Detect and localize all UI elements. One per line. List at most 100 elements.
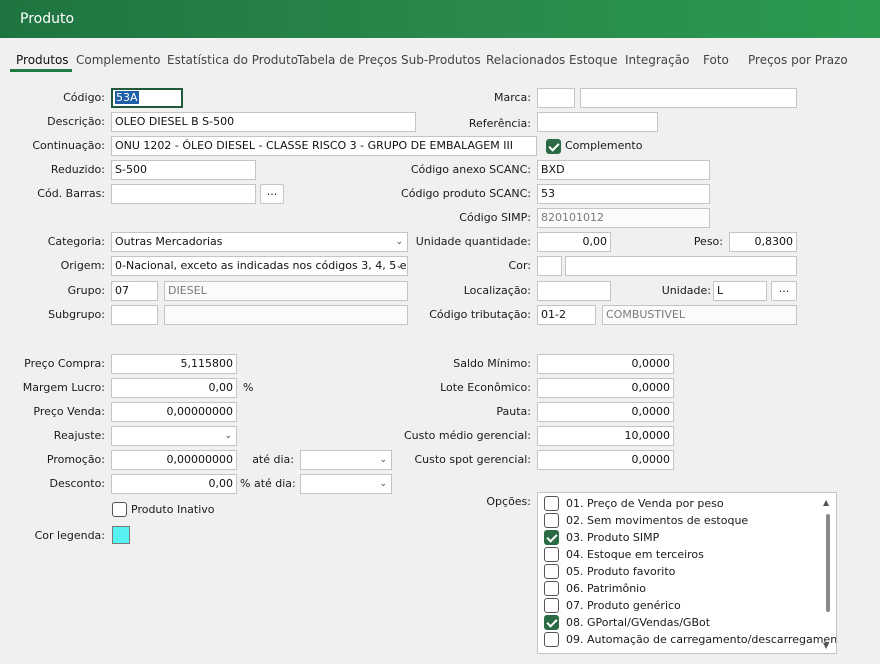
- complemento-label: Complemento: [565, 139, 643, 152]
- unidade-input[interactable]: L: [713, 281, 767, 301]
- opcoes-scrollbar[interactable]: ▲ ▼: [821, 494, 835, 652]
- pauta-input[interactable]: 0,0000: [537, 402, 674, 422]
- peso-label: Peso:: [693, 235, 723, 248]
- origem-value: 0-Nacional, exceto as indicadas nos códi…: [115, 259, 408, 272]
- tab-integracao[interactable]: Integração: [625, 52, 689, 70]
- list-item[interactable]: 01. Preço de Venda por peso: [544, 495, 834, 512]
- origem-select[interactable]: 0-Nacional, exceto as indicadas nos códi…: [111, 256, 408, 276]
- list-item[interactable]: 06. Patrimônio: [544, 580, 834, 597]
- categoria-select[interactable]: Outras Mercadorias ⌄: [111, 232, 408, 252]
- scroll-up-arrow-icon[interactable]: ▲: [823, 498, 829, 507]
- list-item[interactable]: 08. GPortal/GVendas/GBot: [544, 614, 834, 631]
- option-label: 02. Sem movimentos de estoque: [566, 514, 749, 527]
- tab-precos-prazo[interactable]: Preços por Prazo: [748, 52, 848, 70]
- codigo-anexo-scanc-input[interactable]: BXD: [537, 160, 710, 180]
- option-checkbox[interactable]: [544, 632, 559, 647]
- option-label: 08. GPortal/GVendas/GBot: [566, 616, 711, 629]
- codigo-anexo-scanc-label: Código anexo SCANC:: [410, 163, 531, 176]
- option-label: 03. Produto SIMP: [566, 531, 660, 544]
- continuacao-input[interactable]: ONU 1202 - ÓLEO DIESEL - CLASSE RISCO 3 …: [111, 136, 537, 156]
- cod-barras-input[interactable]: [111, 184, 256, 204]
- option-checkbox[interactable]: [544, 513, 559, 528]
- window-title: Produto: [0, 0, 880, 38]
- preco-venda-label: Preço Venda:: [33, 405, 105, 418]
- unidade-quantidade-input[interactable]: 0,00: [537, 232, 611, 252]
- marca-code-input[interactable]: [537, 88, 575, 108]
- reajuste-label: Reajuste:: [53, 429, 105, 442]
- codigo-input[interactable]: 53A: [111, 88, 183, 108]
- preco-compra-input[interactable]: 5,115800: [111, 354, 237, 374]
- referencia-input[interactable]: [537, 112, 658, 132]
- cor-code-input[interactable]: [537, 256, 562, 276]
- codigo-tributacao-input[interactable]: 01-2: [537, 305, 596, 325]
- cor-legenda-swatch[interactable]: [112, 526, 130, 544]
- list-item[interactable]: 03. Produto SIMP: [544, 529, 834, 546]
- complemento-checkbox[interactable]: [546, 139, 561, 154]
- tab-sub-produtos[interactable]: Sub-Produtos: [401, 52, 481, 70]
- tab-bar: Produtos Complemento Estatística do Prod…: [0, 38, 880, 72]
- localizacao-input[interactable]: [537, 281, 611, 301]
- list-item[interactable]: 07. Produto genérico: [544, 597, 834, 614]
- opcoes-listbox[interactable]: 01. Preço de Venda por peso 02. Sem movi…: [537, 492, 837, 654]
- marca-name-input[interactable]: [580, 88, 797, 108]
- promocao-ate-dia-select[interactable]: ⌄: [300, 450, 392, 470]
- desconto-input[interactable]: 0,00: [111, 474, 237, 494]
- categoria-label: Categoria:: [47, 235, 105, 248]
- codigo-simp-field: 820101012: [537, 208, 710, 228]
- unidade-lookup-button[interactable]: ...: [771, 281, 797, 301]
- subgrupo-code-input[interactable]: [111, 305, 158, 325]
- codigo-tributacao-label: Código tributação:: [429, 308, 531, 321]
- cod-barras-label: Cód. Barras:: [37, 187, 105, 200]
- pauta-label: Pauta:: [496, 405, 531, 418]
- list-item[interactable]: 05. Produto favorito: [544, 563, 834, 580]
- codigo-value: 53A: [115, 91, 139, 104]
- tab-tabela-precos[interactable]: Tabela de Preços: [297, 52, 397, 70]
- list-item[interactable]: 04. Estoque em terceiros: [544, 546, 834, 563]
- produto-inativo-label: Produto Inativo: [131, 503, 215, 516]
- tab-foto[interactable]: Foto: [703, 52, 729, 70]
- list-item[interactable]: 09. Automação de carregamento/descarrega…: [544, 631, 836, 648]
- codigo-produto-scanc-label: Código produto SCANC:: [401, 187, 531, 200]
- margem-lucro-input[interactable]: 0,00: [111, 378, 237, 398]
- marca-label: Marca:: [493, 91, 531, 104]
- option-checkbox[interactable]: [544, 530, 559, 545]
- grupo-code-input[interactable]: 07: [111, 281, 158, 301]
- scroll-down-arrow-icon[interactable]: ▼: [823, 641, 829, 650]
- custo-medio-gerencial-input[interactable]: 10,0000: [537, 426, 674, 446]
- tab-relacionados[interactable]: Relacionados: [486, 52, 565, 70]
- saldo-minimo-input[interactable]: 0,0000: [537, 354, 674, 374]
- option-checkbox[interactable]: [544, 598, 559, 613]
- option-checkbox[interactable]: [544, 564, 559, 579]
- peso-input[interactable]: 0,8300: [729, 232, 797, 252]
- descricao-input[interactable]: OLEO DIESEL B S-500: [111, 112, 416, 132]
- option-label: 04. Estoque em terceiros: [566, 548, 704, 561]
- cod-barras-lookup-button[interactable]: ...: [260, 184, 284, 204]
- reduzido-input[interactable]: S-500: [111, 160, 256, 180]
- lote-economico-input[interactable]: 0,0000: [537, 378, 674, 398]
- codigo-produto-scanc-input[interactable]: 53: [537, 184, 710, 204]
- chevron-down-icon: ⌄: [379, 479, 387, 489]
- tab-estoque[interactable]: Estoque: [569, 52, 618, 70]
- localizacao-label: Localização:: [463, 284, 531, 297]
- scrollbar-thumb[interactable]: [826, 514, 830, 612]
- custo-spot-gerencial-input[interactable]: 0,0000: [537, 450, 674, 470]
- option-checkbox[interactable]: [544, 615, 559, 630]
- custo-spot-gerencial-label: Custo spot gerencial:: [414, 453, 531, 466]
- tab-estatistica[interactable]: Estatística do Produto: [167, 52, 298, 70]
- reajuste-select[interactable]: ⌄: [111, 426, 237, 446]
- desconto-ate-dia-select[interactable]: ⌄: [300, 474, 392, 494]
- promocao-input[interactable]: 0,00000000: [111, 450, 237, 470]
- option-checkbox[interactable]: [544, 581, 559, 596]
- saldo-minimo-label: Saldo Mínimo:: [453, 357, 531, 370]
- tab-complemento[interactable]: Complemento: [76, 52, 160, 70]
- cor-name-input[interactable]: [565, 256, 797, 276]
- tab-produtos[interactable]: Produtos: [16, 52, 69, 70]
- preco-venda-input[interactable]: 0,00000000: [111, 402, 237, 422]
- option-checkbox[interactable]: [544, 547, 559, 562]
- produto-inativo-checkbox[interactable]: [112, 502, 127, 517]
- list-item[interactable]: 02. Sem movimentos de estoque: [544, 512, 834, 529]
- option-label: 01. Preço de Venda por peso: [566, 497, 724, 510]
- option-checkbox[interactable]: [544, 496, 559, 511]
- custo-medio-gerencial-label: Custo médio gerencial:: [403, 429, 531, 442]
- opcoes-label: Opções:: [486, 495, 531, 508]
